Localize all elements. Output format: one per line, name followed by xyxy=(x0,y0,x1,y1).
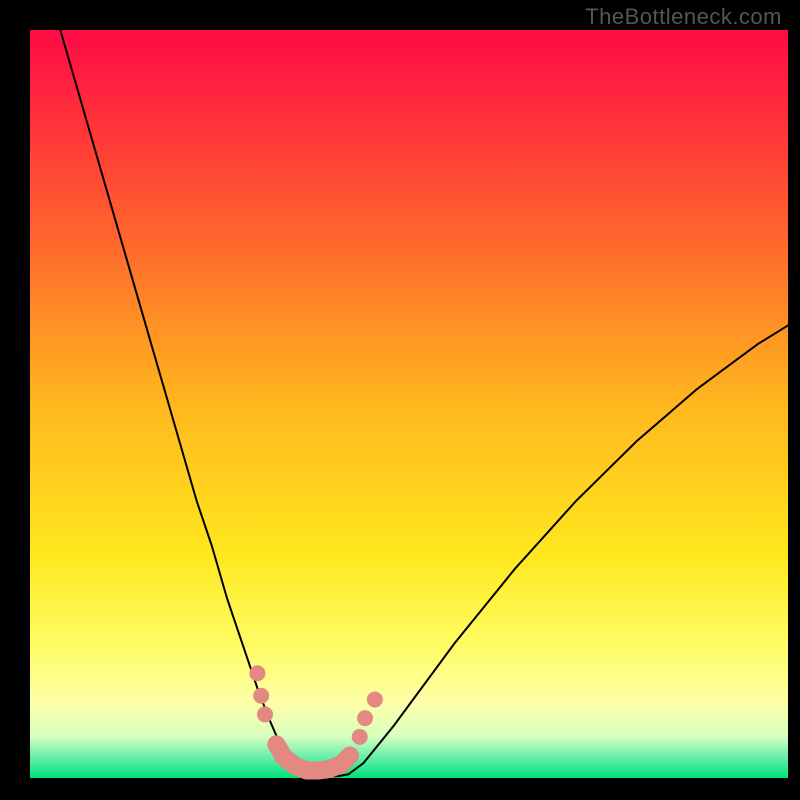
left-marker-dot xyxy=(249,665,265,681)
right-marker-dot xyxy=(352,729,368,745)
left-marker-dot xyxy=(257,706,273,722)
left-marker-dot xyxy=(253,688,269,704)
chart-frame: TheBottleneck.com xyxy=(0,0,800,800)
right-marker-dot xyxy=(357,710,373,726)
right-marker-dot xyxy=(367,691,383,707)
bottleneck-chart xyxy=(0,0,800,800)
watermark-text: TheBottleneck.com xyxy=(585,4,782,30)
plot-background xyxy=(30,30,788,778)
